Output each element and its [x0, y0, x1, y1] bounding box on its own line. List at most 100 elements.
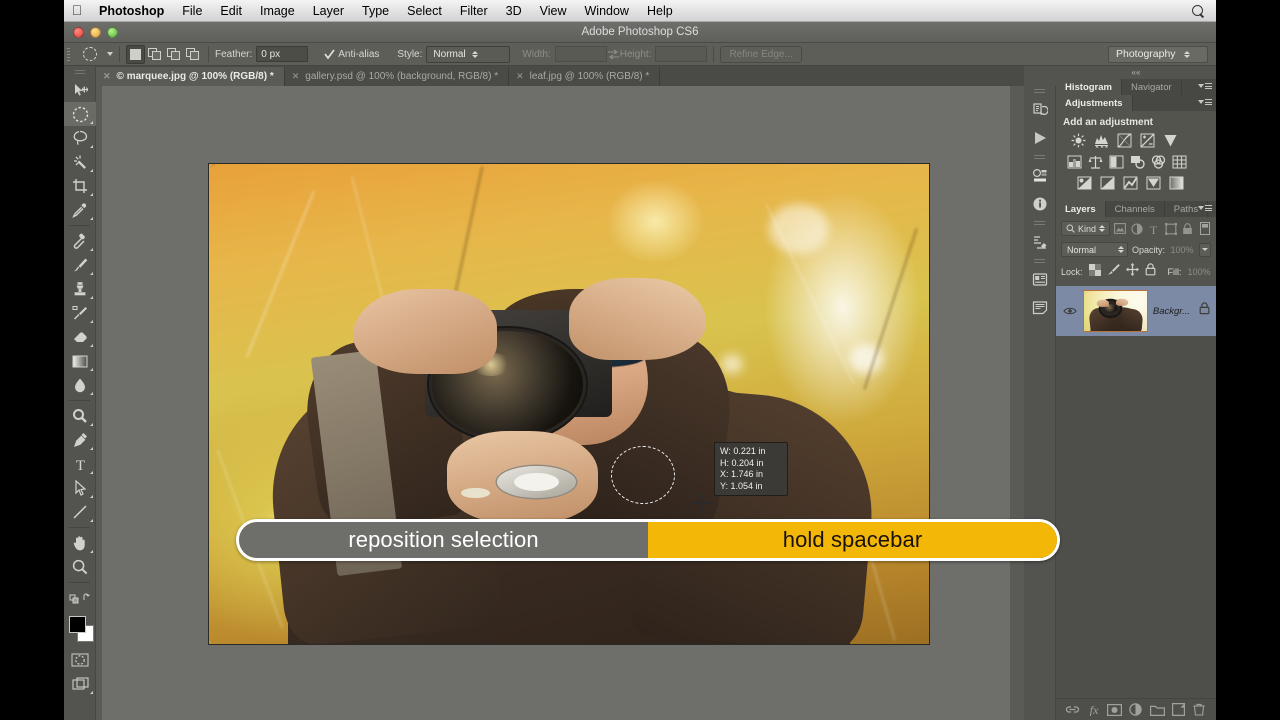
- properties-panel-icon[interactable]: [1024, 266, 1056, 294]
- menu-item-view[interactable]: View: [531, 0, 576, 22]
- lasso-tool[interactable]: [64, 126, 96, 150]
- close-icon[interactable]: ✕: [103, 71, 111, 82]
- screen-mode-icon[interactable]: [64, 672, 96, 696]
- path-selection-tool[interactable]: [64, 476, 96, 500]
- lock-position-icon[interactable]: [1125, 263, 1139, 281]
- menu-item-photoshop[interactable]: Photoshop: [90, 0, 173, 22]
- posterize-icon[interactable]: [1099, 175, 1115, 190]
- invert-icon[interactable]: [1076, 175, 1092, 190]
- brush-tool[interactable]: [64, 253, 96, 277]
- document-window[interactable]: W: 0.221 in H: 0.204 in X: 1.746 in Y: 1…: [102, 86, 1010, 720]
- tab-adjustments[interactable]: Adjustments: [1056, 95, 1133, 111]
- default-colors-and-swap-icons[interactable]: [64, 586, 96, 610]
- document-tab-leaf[interactable]: ✕ leaf.jpg @ 100% (RGB/8) *: [509, 67, 661, 86]
- color-balance-icon[interactable]: [1087, 154, 1103, 169]
- menu-item-type[interactable]: Type: [353, 0, 398, 22]
- crop-tool[interactable]: [64, 174, 96, 198]
- collapse-panels-button[interactable]: ««: [1056, 66, 1216, 79]
- blend-mode-select[interactable]: Normal: [1061, 242, 1128, 257]
- lock-all-icon[interactable]: [1145, 263, 1156, 281]
- healing-brush-tool[interactable]: [64, 229, 96, 253]
- gradient-tool[interactable]: [64, 349, 96, 373]
- selective-color-icon[interactable]: [1145, 175, 1161, 190]
- color-swatches-panel-icon[interactable]: [1024, 162, 1056, 190]
- quick-mask-icon[interactable]: [64, 648, 96, 672]
- icon-dock-grip[interactable]: [1024, 152, 1055, 162]
- delete-layer-icon[interactable]: [1191, 702, 1207, 718]
- add-mask-icon[interactable]: [1107, 702, 1123, 718]
- menu-item-file[interactable]: File: [173, 0, 211, 22]
- adjustment-layer-filter-icon[interactable]: [1130, 221, 1143, 236]
- document-tab-gallery[interactable]: ✕ gallery.psd @ 100% (background, RGB/8)…: [285, 67, 510, 86]
- style-select[interactable]: Normal: [426, 45, 511, 63]
- add-to-selection-button[interactable]: [145, 45, 164, 64]
- zoom-tool[interactable]: [64, 555, 96, 579]
- hue-saturation-icon[interactable]: [1066, 154, 1082, 169]
- threshold-icon[interactable]: [1122, 175, 1138, 190]
- menu-item-filter[interactable]: Filter: [451, 0, 497, 22]
- icon-dock-grip[interactable]: [1024, 86, 1055, 96]
- layer-name[interactable]: Backgr...: [1153, 306, 1194, 317]
- type-layer-filter-icon[interactable]: T: [1147, 221, 1160, 236]
- filter-toggle-icon[interactable]: [1198, 221, 1211, 236]
- canvas-area[interactable]: W: 0.221 in H: 0.204 in X: 1.746 in Y: 1…: [96, 86, 1024, 720]
- menu-item-select[interactable]: Select: [398, 0, 451, 22]
- move-tool[interactable]: [64, 78, 96, 102]
- history-panel-icon[interactable]: [1024, 96, 1056, 124]
- dodge-tool[interactable]: [64, 404, 96, 428]
- anti-alias-checkbox[interactable]: [324, 49, 335, 60]
- photo-filter-icon[interactable]: [1129, 154, 1145, 169]
- magic-wand-tool[interactable]: [64, 150, 96, 174]
- refine-edge-button[interactable]: Refine Edge...: [720, 45, 802, 63]
- lock-image-pixels-icon[interactable]: [1107, 263, 1120, 281]
- levels-icon[interactable]: [1093, 133, 1109, 148]
- pixel-layer-filter-icon[interactable]: [1114, 221, 1127, 236]
- vibrance-icon[interactable]: [1162, 133, 1178, 148]
- adjustments-panel-icon[interactable]: [1024, 228, 1056, 256]
- subtract-from-selection-button[interactable]: [164, 45, 183, 64]
- document-tab-marquee[interactable]: ✕ © marquee.jpg @ 100% (RGB/8) *: [96, 67, 285, 86]
- layer-thumbnail[interactable]: [1082, 290, 1148, 332]
- width-input[interactable]: [554, 46, 607, 62]
- exposure-icon[interactable]: [1139, 133, 1155, 148]
- feather-input[interactable]: 0 px: [256, 46, 309, 62]
- layer-style-fx-icon[interactable]: fx: [1086, 702, 1102, 718]
- height-input[interactable]: [655, 46, 708, 62]
- line-tool[interactable]: [64, 500, 96, 524]
- table-row[interactable]: Backgr...: [1056, 286, 1216, 336]
- gradient-map-icon[interactable]: [1168, 175, 1184, 190]
- black-white-icon[interactable]: [1108, 154, 1124, 169]
- options-bar-grip[interactable]: [64, 43, 73, 66]
- tab-layers[interactable]: Layers: [1056, 201, 1106, 217]
- workspace-switcher[interactable]: Photography: [1108, 45, 1208, 63]
- opacity-value[interactable]: 100%: [1169, 242, 1195, 257]
- opacity-slider-chevron-icon[interactable]: [1199, 242, 1211, 257]
- eraser-tool[interactable]: [64, 325, 96, 349]
- panel-menu-icon[interactable]: [1198, 99, 1212, 105]
- search-icon[interactable]: [1192, 4, 1204, 17]
- pen-tool[interactable]: [64, 428, 96, 452]
- intersect-with-selection-button[interactable]: [183, 45, 202, 64]
- menu-item-help[interactable]: Help: [638, 0, 682, 22]
- tab-histogram[interactable]: Histogram: [1056, 79, 1122, 95]
- lock-transparent-pixels-icon[interactable]: [1088, 263, 1101, 281]
- panel-menu-icon[interactable]: [1198, 205, 1212, 211]
- shape-layer-filter-icon[interactable]: [1164, 221, 1177, 236]
- menu-item-3d[interactable]: 3D: [497, 0, 531, 22]
- menu-item-edit[interactable]: Edit: [211, 0, 251, 22]
- marching-ants-selection[interactable]: [611, 446, 675, 504]
- color-lookup-icon[interactable]: [1171, 154, 1187, 169]
- lock-icon[interactable]: [1199, 302, 1210, 320]
- image-canvas[interactable]: [208, 163, 930, 645]
- foreground-color-swatch[interactable]: [69, 616, 86, 633]
- type-tool[interactable]: T: [64, 452, 96, 476]
- actions-panel-icon[interactable]: [1024, 124, 1056, 152]
- panel-menu-icon[interactable]: [1198, 83, 1212, 89]
- fill-value[interactable]: 100%: [1187, 265, 1211, 279]
- clone-stamp-tool[interactable]: [64, 277, 96, 301]
- layer-filter-kind-select[interactable]: Kind: [1061, 221, 1110, 236]
- swap-dimensions-icon[interactable]: [607, 48, 620, 61]
- eyedropper-tool[interactable]: [64, 198, 96, 222]
- elliptical-marquee-icon[interactable]: [77, 45, 103, 63]
- hand-tool[interactable]: [64, 531, 96, 555]
